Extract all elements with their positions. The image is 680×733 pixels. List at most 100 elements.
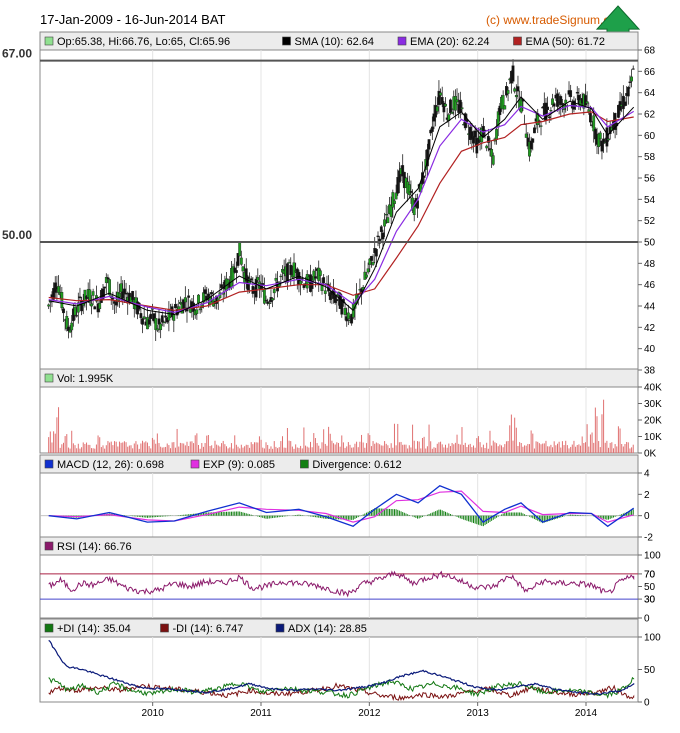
price-candle — [91, 291, 95, 296]
macd-legend-label: Divergence: 0.612 — [312, 459, 401, 471]
macd-legend-swatch — [190, 459, 200, 469]
macd-ytick-label: 4 — [644, 469, 650, 480]
price-candle — [455, 99, 459, 103]
price-candle — [524, 133, 528, 138]
price-candle — [552, 103, 556, 107]
price-candle — [249, 278, 253, 281]
price-candle — [124, 292, 128, 295]
price-candle — [154, 318, 158, 330]
price-ytick-label: 50 — [644, 238, 656, 249]
volume-ytick-label: 30K — [644, 399, 662, 410]
price-legend-swatch — [44, 36, 54, 46]
price-candle — [335, 299, 339, 302]
rsi-ytick-label: 100 — [644, 551, 661, 562]
rsi-panel: RSI (14): 66.7603050701007030 — [39, 536, 661, 625]
price-candle — [374, 249, 378, 257]
xtick-label: 2014 — [575, 708, 598, 719]
price-candle — [365, 274, 368, 278]
volume-ytick-label: 10K — [644, 432, 662, 443]
price-candle — [371, 262, 375, 265]
price-candle — [287, 262, 291, 264]
rsi-70-label: 70 — [644, 569, 656, 580]
price-candle — [162, 321, 166, 323]
volume-plot-area — [39, 386, 639, 454]
macd-legend-swatch — [300, 459, 309, 469]
price-candle — [271, 298, 275, 301]
price-candle — [90, 303, 93, 307]
price-candle — [383, 219, 386, 227]
price-legend-label: SMA (10): 62.64 — [295, 36, 375, 48]
rsi-plot-area — [39, 554, 639, 619]
chart-title: 17-Jan-2009 - 16-Jun-2014 BAT — [40, 12, 226, 27]
price-candle — [366, 268, 370, 273]
price-candle — [187, 295, 191, 298]
dmi-legend-label: +DI (14): 35.04 — [57, 623, 131, 635]
price-candle — [386, 217, 390, 224]
price-candle — [427, 139, 431, 150]
price-candle — [589, 113, 592, 123]
price-candle — [503, 105, 507, 110]
macd-ytick-label: 2 — [644, 490, 650, 501]
macd-legend-label: EXP (9): 0.085 — [203, 459, 275, 471]
price-candle — [73, 307, 77, 316]
macd-legend-label: MACD (12, 26): 0.698 — [57, 459, 164, 471]
price-ytick-label: 62 — [644, 110, 656, 121]
price-candle — [458, 99, 462, 113]
price-candle — [422, 175, 426, 178]
price-candle — [131, 291, 135, 301]
price-candle — [631, 68, 635, 70]
price-candle — [379, 226, 383, 233]
price-candle — [147, 319, 151, 325]
price-candle — [141, 318, 144, 325]
price-legend-swatch — [397, 36, 407, 46]
price-candle — [68, 330, 72, 333]
macd-ytick-label: 0 — [644, 511, 650, 522]
macd-legend-swatch — [44, 459, 54, 469]
price-ytick-label: 56 — [644, 174, 656, 185]
price-candle — [605, 127, 609, 147]
price-candle — [172, 314, 176, 321]
price-candle — [300, 278, 304, 280]
price-candle — [460, 107, 464, 110]
price-candle — [256, 277, 260, 281]
price-candle — [314, 276, 317, 279]
price-candle — [111, 297, 115, 300]
price-candle — [449, 99, 452, 114]
price-candle — [159, 323, 163, 331]
price-candle — [57, 286, 60, 293]
price-panel: Op:65.38, Hi:66.76, Lo:65, Cl:65.96 SMA (… — [2, 31, 656, 377]
price-candle — [98, 303, 102, 310]
dmi-ytick-label: 100 — [644, 633, 661, 644]
dmi-legend-swatch — [275, 623, 285, 633]
price-candle — [106, 277, 110, 280]
price-candle — [286, 263, 289, 283]
price-candle — [511, 65, 515, 82]
price-ytick-label: 54 — [644, 195, 656, 206]
price-candle — [292, 262, 296, 277]
price-candle — [183, 297, 187, 303]
stock-chart: 17-Jan-2009 - 16-Jun-2014 BAT (c) www.tr… — [0, 0, 680, 733]
price-candle — [241, 266, 245, 272]
macd-ytick-label: -2 — [644, 533, 653, 544]
price-candle — [491, 155, 495, 165]
price-candle — [584, 95, 587, 106]
rsi-ytick-label: 0 — [644, 614, 650, 625]
volume-ytick-label: 40K — [644, 383, 662, 394]
price-ytick-label: 48 — [644, 259, 656, 270]
price-candle — [310, 282, 314, 289]
price-candle — [453, 96, 457, 111]
price-ytick-label: 44 — [644, 302, 656, 313]
price-candle — [531, 138, 535, 143]
price-candle — [506, 90, 510, 94]
volume-ytick-label: 20K — [644, 416, 662, 427]
price-candle — [174, 303, 177, 309]
price-candle — [549, 110, 553, 112]
dmi-legend-label: ADX (14): 28.85 — [288, 623, 367, 635]
price-candle — [234, 270, 238, 273]
price-candle — [391, 192, 395, 208]
price-candle — [592, 115, 596, 132]
price-ytick-label: 40 — [644, 344, 656, 355]
price-legend-label: EMA (20): 62.24 — [410, 36, 490, 48]
dmi-legend-label: -DI (14): 6.747 — [173, 623, 244, 635]
price-ytick-label: 60 — [644, 131, 656, 142]
